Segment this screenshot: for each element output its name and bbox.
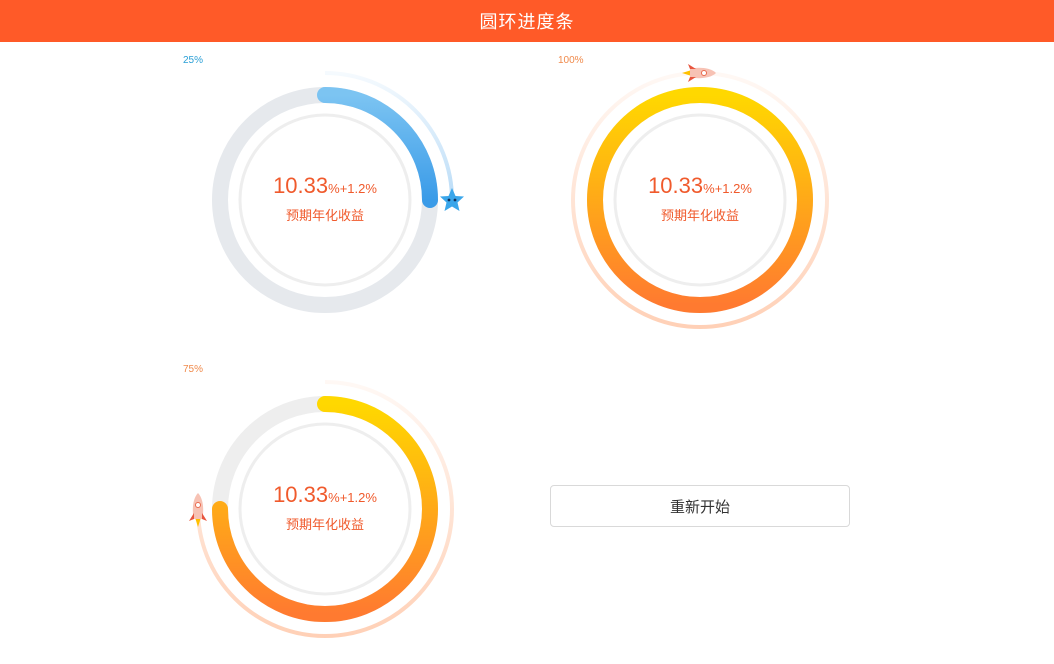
restart-button[interactable]: 重新开始 (550, 485, 850, 527)
rate-description: 预期年化收益 (285, 209, 364, 224)
rate-description: 预期年化收益 (285, 518, 364, 533)
page-title: 圆环进度条 (479, 12, 575, 33)
ring-outer-glow (571, 71, 829, 329)
progress-ring-card: 75% 10.33%+1.2% 预期年化收益 (183, 364, 500, 664)
progress-ring-card: 25% 10.33%+1.2% 预期年化收益 (183, 55, 500, 355)
rate-description: 预期年化收益 (660, 209, 739, 224)
ring-progress-arc (587, 87, 813, 313)
rate-value: 10.33%+1.2% (273, 173, 377, 198)
rate-value: 10.33%+1.2% (648, 173, 752, 198)
rate-value: 10.33%+1.2% (273, 482, 377, 507)
ring-outer-glow (196, 380, 454, 638)
rocket-icon (682, 64, 716, 82)
ring-inner-circle (238, 113, 412, 287)
ring-inner-circle (613, 113, 787, 287)
page-header: 圆环进度条 (0, 0, 1054, 42)
progress-ring-card: 100% 10.33%+1.2% 预期年化收益 (558, 55, 875, 355)
ring-inner-circle (238, 422, 412, 596)
